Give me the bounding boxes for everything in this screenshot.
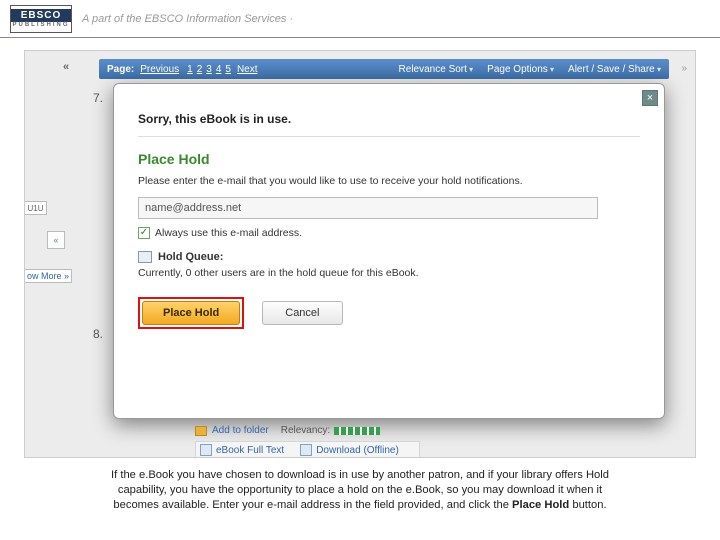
logo-text-top: EBSCO bbox=[11, 9, 71, 22]
close-button[interactable]: × bbox=[642, 90, 658, 106]
hold-queue-label: Hold Queue: bbox=[158, 251, 223, 263]
caption-line-3c: button. bbox=[569, 499, 606, 511]
collapse-left-icon[interactable]: « bbox=[63, 61, 69, 73]
email-instruction: Please enter the e-mail that you would l… bbox=[138, 175, 640, 187]
caption-bold: Place Hold bbox=[512, 499, 569, 511]
relevancy-label: Relevancy: bbox=[281, 425, 330, 436]
page-label: Page: bbox=[107, 64, 134, 75]
page-options-menu[interactable]: Page Options bbox=[487, 64, 554, 75]
page-1-link[interactable]: 1 bbox=[187, 64, 193, 75]
top-header: EBSCO PUBLISHING A part of the EBSCO Inf… bbox=[0, 0, 720, 38]
folder-icon bbox=[195, 426, 207, 436]
relevance-sort-menu[interactable]: Relevance Sort bbox=[399, 64, 474, 75]
page-5-link[interactable]: 5 bbox=[225, 64, 231, 75]
left-panel-collapse-button[interactable]: « bbox=[47, 231, 65, 249]
result-number-8: 8. bbox=[93, 327, 103, 341]
place-hold-dialog: × Sorry, this eBook is in use. Place Hol… bbox=[113, 83, 665, 419]
screenshot-frame: « » Page: Previous 1 2 3 4 5 Next Releva… bbox=[24, 50, 696, 458]
alert-save-share-menu[interactable]: Alert / Save / Share bbox=[568, 64, 661, 75]
download-offline-link[interactable]: Download (Offline) bbox=[316, 445, 399, 456]
place-hold-heading: Place Hold bbox=[138, 151, 640, 167]
ebook-full-text-link[interactable]: eBook Full Text bbox=[216, 445, 284, 456]
result-links-row: eBook Full Text Download (Offline) bbox=[195, 441, 420, 458]
hold-queue-description: Currently, 0 other users are in the hold… bbox=[138, 267, 640, 279]
caption-line-1: If the e.Book you have chosen to downloa… bbox=[111, 469, 609, 481]
caption-text: If the e.Book you have chosen to downloa… bbox=[34, 468, 686, 513]
always-use-email-label: Always use this e-mail address. bbox=[155, 227, 302, 239]
queue-icon bbox=[138, 251, 152, 263]
ebook-in-use-message: Sorry, this eBook is in use. bbox=[138, 112, 640, 126]
page-2-link[interactable]: 2 bbox=[197, 64, 203, 75]
download-icon bbox=[300, 444, 312, 456]
caption-line-3a: becomes available. Enter your e-mail add… bbox=[113, 499, 512, 511]
page-next-link[interactable]: Next bbox=[237, 64, 258, 75]
hold-queue-row: Hold Queue: bbox=[138, 251, 640, 263]
left-panel-fragment-1: U1U bbox=[25, 201, 47, 215]
ebsco-logo: EBSCO PUBLISHING bbox=[10, 5, 72, 33]
always-use-email-row[interactable]: ✓ Always use this e-mail address. bbox=[138, 227, 640, 239]
result-number-7: 7. bbox=[93, 91, 103, 105]
page-4-link[interactable]: 4 bbox=[216, 64, 222, 75]
dialog-button-row: Place Hold Cancel bbox=[138, 297, 640, 329]
caption-line-2: capability, you have the opportunity to … bbox=[118, 484, 602, 496]
page-3-link[interactable]: 3 bbox=[206, 64, 212, 75]
collapse-right-icon[interactable]: » bbox=[681, 63, 687, 74]
results-toolbar: Page: Previous 1 2 3 4 5 Next Relevance … bbox=[99, 59, 669, 79]
email-input[interactable] bbox=[138, 197, 598, 219]
result-actions-row: Add to folder Relevancy: bbox=[195, 425, 380, 436]
divider bbox=[138, 136, 640, 137]
page-previous-link[interactable]: Previous bbox=[140, 64, 179, 75]
relevancy-bar-icon bbox=[334, 427, 380, 435]
tagline: A part of the EBSCO Information Services… bbox=[82, 13, 293, 25]
place-hold-button[interactable]: Place Hold bbox=[142, 301, 240, 325]
cancel-button[interactable]: Cancel bbox=[262, 301, 342, 325]
show-more-link[interactable]: ow More » bbox=[25, 269, 72, 283]
highlight-box: Place Hold bbox=[138, 297, 244, 329]
logo-text-bottom: PUBLISHING bbox=[12, 22, 69, 28]
add-to-folder-link[interactable]: Add to folder bbox=[212, 425, 269, 436]
ebook-icon bbox=[200, 444, 212, 456]
checkbox-icon[interactable]: ✓ bbox=[138, 227, 150, 239]
